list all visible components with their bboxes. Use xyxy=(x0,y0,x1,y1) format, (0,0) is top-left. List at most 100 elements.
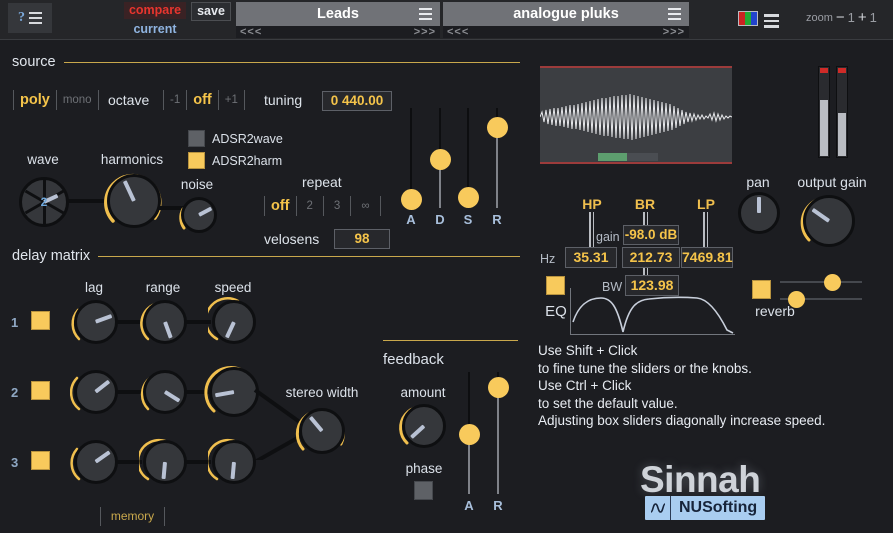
feedback-attack-handle[interactable] xyxy=(459,424,480,445)
lp-slider[interactable] xyxy=(703,212,708,250)
octave-up-button[interactable]: +1 xyxy=(218,90,245,110)
memory-button[interactable]: memory xyxy=(100,507,165,526)
hamburger-menu-icon xyxy=(29,9,42,27)
source-divider xyxy=(64,62,520,63)
noise-knob[interactable] xyxy=(181,197,217,233)
adsr-release-slider[interactable] xyxy=(496,108,498,208)
pan-knob[interactable] xyxy=(738,192,780,234)
delay-row-3-number: 3 xyxy=(11,455,18,470)
lag-1-knob[interactable] xyxy=(74,300,118,344)
reverb-slider-1-handle[interactable] xyxy=(824,274,841,291)
speed-1-knob[interactable] xyxy=(212,300,256,344)
speed-3-knob-pointer xyxy=(231,462,236,479)
save-button[interactable]: save xyxy=(191,2,231,21)
gain-value[interactable]: -98.0 dB xyxy=(623,225,679,245)
reverb-slider-1[interactable] xyxy=(780,281,862,283)
stereo-width-knob[interactable] xyxy=(299,408,345,454)
adsr-decay-handle[interactable] xyxy=(430,149,451,170)
compare-button[interactable]: compare xyxy=(124,2,186,19)
lag-1-knob-pointer xyxy=(95,315,112,324)
help-line-4: to set the default value. xyxy=(538,395,825,413)
repeat-group: off 2 3 ∞ xyxy=(264,196,380,216)
wave-knob[interactable]: 2 xyxy=(19,177,69,227)
preset-bank-name[interactable]: Leads xyxy=(236,2,440,26)
help-menu-button[interactable]: ? xyxy=(8,3,52,33)
feedback-release-slider[interactable] xyxy=(497,372,499,494)
top-toolbar: ? compare current save Leads <<< >>> ana… xyxy=(0,0,893,40)
feedback-phase-checkbox[interactable] xyxy=(414,481,433,500)
adsr-sustain-handle[interactable] xyxy=(458,187,479,208)
lag-3-knob[interactable] xyxy=(74,440,118,484)
lp-frequency-value[interactable]: 7469.81 xyxy=(681,247,733,268)
velosens-label: velosens xyxy=(264,231,319,247)
adsr2harm-checkbox[interactable] xyxy=(188,152,205,169)
adsr-sustain-slider[interactable] xyxy=(467,108,469,208)
harmonics-knob[interactable] xyxy=(107,174,161,228)
eq-response-curve[interactable] xyxy=(570,288,735,335)
feedback-release-label: R xyxy=(483,498,513,513)
hp-slider[interactable] xyxy=(589,212,594,250)
color-theme-swatch-icon[interactable] xyxy=(738,11,758,26)
voice-mode-mono[interactable]: mono xyxy=(56,90,99,110)
velosens-value[interactable]: 98 xyxy=(334,229,390,249)
preset-patch-next-button[interactable]: >>> xyxy=(663,26,685,38)
eq-enable-checkbox[interactable] xyxy=(546,276,565,295)
octave-down-button[interactable]: -1 xyxy=(163,90,187,110)
octave-off-button[interactable]: off xyxy=(186,90,219,110)
output-meter-left xyxy=(818,66,830,158)
preset-patch-name[interactable]: analogue pluks xyxy=(443,2,689,26)
preset-bank-prev-button[interactable]: <<< xyxy=(240,26,262,38)
preset-bank-menu-icon[interactable] xyxy=(419,5,432,23)
zoom-in-button[interactable]: + xyxy=(858,9,867,26)
reverb-enable-checkbox[interactable] xyxy=(752,280,771,299)
range-1-knob-pointer xyxy=(163,321,172,338)
adsr-release-handle[interactable] xyxy=(487,117,508,138)
output-meter-right-clip xyxy=(838,68,846,73)
adsr-attack-slider[interactable] xyxy=(410,108,412,208)
preset-patch-menu-icon[interactable] xyxy=(668,5,681,23)
zoom-out-button[interactable]: − xyxy=(836,9,845,26)
delay-row-1-enable[interactable] xyxy=(31,311,50,330)
br-frequency-value[interactable]: 212.73 xyxy=(622,247,680,268)
row3-connector-a xyxy=(116,460,142,464)
sine-wave-icon xyxy=(645,496,671,520)
feedback-amount-knob[interactable] xyxy=(402,404,446,448)
company-name: NUSofting xyxy=(671,499,765,517)
delay-row-2-enable[interactable] xyxy=(31,381,50,400)
gain-label: gain xyxy=(596,230,620,244)
range-3-knob[interactable] xyxy=(143,440,187,484)
range-column-label: range xyxy=(134,280,192,295)
repeat-3-button[interactable]: 3 xyxy=(323,196,351,216)
speed-2-knob[interactable] xyxy=(209,367,259,417)
range-1-knob[interactable] xyxy=(143,300,187,344)
repeat-off-button[interactable]: off xyxy=(264,196,297,216)
feedback-release-handle[interactable] xyxy=(488,377,509,398)
feedback-attack-slider[interactable] xyxy=(468,372,470,494)
adsr-attack-handle[interactable] xyxy=(401,189,422,210)
tuning-value[interactable]: 0 440.00 xyxy=(322,91,392,111)
repeat-infinite-button[interactable]: ∞ xyxy=(350,196,380,216)
company-logo[interactable]: NUSofting xyxy=(645,496,765,520)
speed-3-knob[interactable] xyxy=(212,440,256,484)
voice-mode-poly[interactable]: poly xyxy=(13,90,57,110)
waveform-scope[interactable] xyxy=(540,66,732,164)
range-2-knob[interactable] xyxy=(143,370,187,414)
hp-frequency-value[interactable]: 35.31 xyxy=(565,247,617,268)
scope-progress-bar[interactable] xyxy=(598,153,658,161)
preset-bank-next-button[interactable]: >>> xyxy=(414,26,436,38)
adsr-decay-slider[interactable] xyxy=(439,108,441,208)
preset-patch-prev-button[interactable]: <<< xyxy=(447,26,469,38)
preset-bank-name-text: Leads xyxy=(317,6,359,22)
output-gain-knob[interactable] xyxy=(803,195,855,247)
theme-menu-icon[interactable] xyxy=(764,11,779,31)
help-line-5: Adjusting box sliders diagonally increas… xyxy=(538,412,825,430)
reverb-slider-2[interactable] xyxy=(780,298,862,300)
reverb-slider-2-handle[interactable] xyxy=(788,291,805,308)
lag-2-knob[interactable] xyxy=(74,370,118,414)
adsr2wave-checkbox[interactable] xyxy=(188,130,205,147)
lp-label: LP xyxy=(688,196,724,212)
help-text-block: Use Shift + Click to fine tune the slide… xyxy=(538,342,825,430)
repeat-2-button[interactable]: 2 xyxy=(296,196,324,216)
delay-row-3-enable[interactable] xyxy=(31,451,50,470)
row2-connector-b xyxy=(185,390,211,394)
